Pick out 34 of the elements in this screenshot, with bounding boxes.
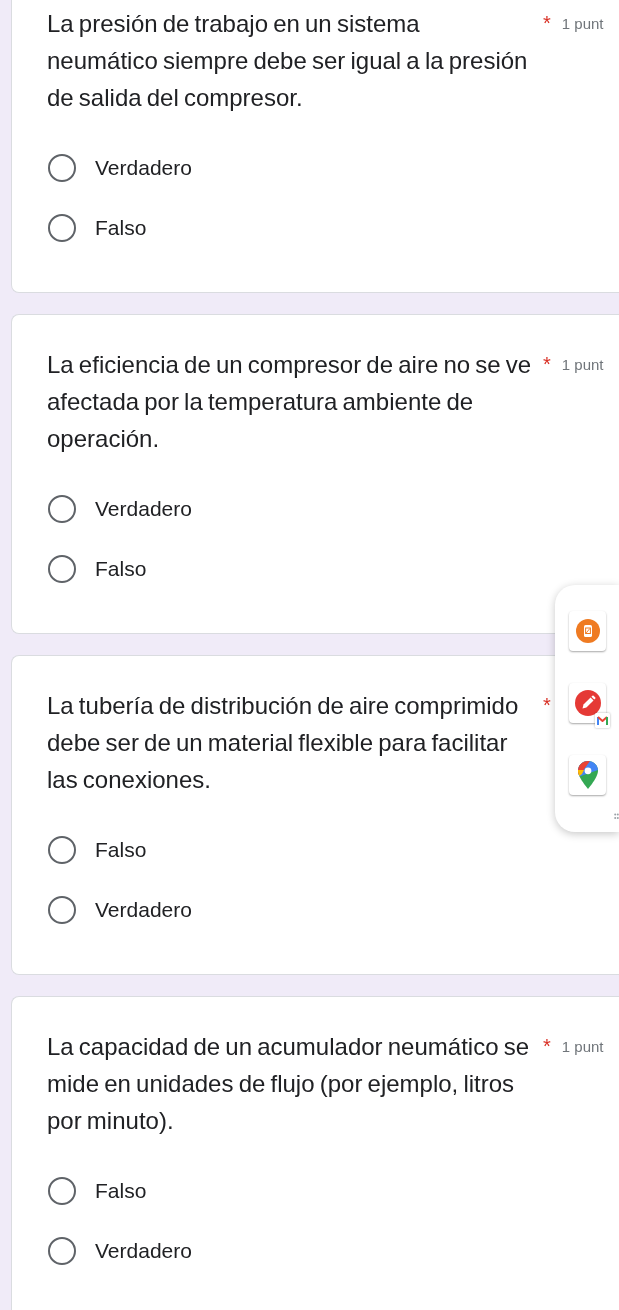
letter-m-icon xyxy=(595,713,610,728)
points-label: 1 punt xyxy=(561,1037,604,1057)
option-label[interactable]: Falso xyxy=(95,555,147,583)
required-asterisk: * xyxy=(543,11,551,36)
option-label[interactable]: Verdadero xyxy=(95,1237,192,1265)
required-asterisk: * xyxy=(543,352,551,377)
radio-button[interactable] xyxy=(48,1237,76,1265)
option-label[interactable]: Verdadero xyxy=(95,896,192,924)
radio-button[interactable] xyxy=(48,154,76,182)
option-label[interactable]: Verdadero xyxy=(95,495,192,523)
question-text: La tubería de distribución de aire comprimido debe ser de un material flexible para facilitar las conexiones. xyxy=(47,691,520,795)
required-asterisk: * xyxy=(543,693,551,718)
radio-button[interactable] xyxy=(48,495,76,523)
option-label[interactable]: Verdadero xyxy=(95,154,192,182)
required-asterisk: * xyxy=(543,1034,551,1059)
option-label[interactable]: Falso xyxy=(95,836,147,864)
question-text: La presión de trabajo en un sistema neumático siempre debe ser igual a la presión de salida del compresor. xyxy=(47,9,529,113)
option-label[interactable]: Falso xyxy=(95,1177,147,1205)
grip-icon[interactable] xyxy=(614,813,619,821)
radio-button[interactable] xyxy=(48,555,76,583)
shortcut-button[interactable] xyxy=(569,611,606,651)
question-text: La eficiencia de un compresor de aire no se ve afectada por la temperatura ambiente de operación. xyxy=(47,350,533,454)
question-text: La capacidad de un acumulador neumático se mide en unidades de flujo (por ejemplo, litros por minuto). xyxy=(47,1032,530,1136)
points-label: 1 punt xyxy=(561,355,604,375)
shortcut-button[interactable] xyxy=(569,755,606,795)
radio-button[interactable] xyxy=(48,896,76,924)
pencil-icon xyxy=(574,690,601,716)
option-label[interactable]: Falso xyxy=(95,214,147,242)
radio-button[interactable] xyxy=(48,836,76,864)
radio-button[interactable] xyxy=(48,1177,76,1205)
radio-button[interactable] xyxy=(48,214,76,242)
map-pin-icon xyxy=(577,761,598,789)
points-label: 1 punt xyxy=(561,14,604,34)
phone-icon xyxy=(575,619,600,643)
